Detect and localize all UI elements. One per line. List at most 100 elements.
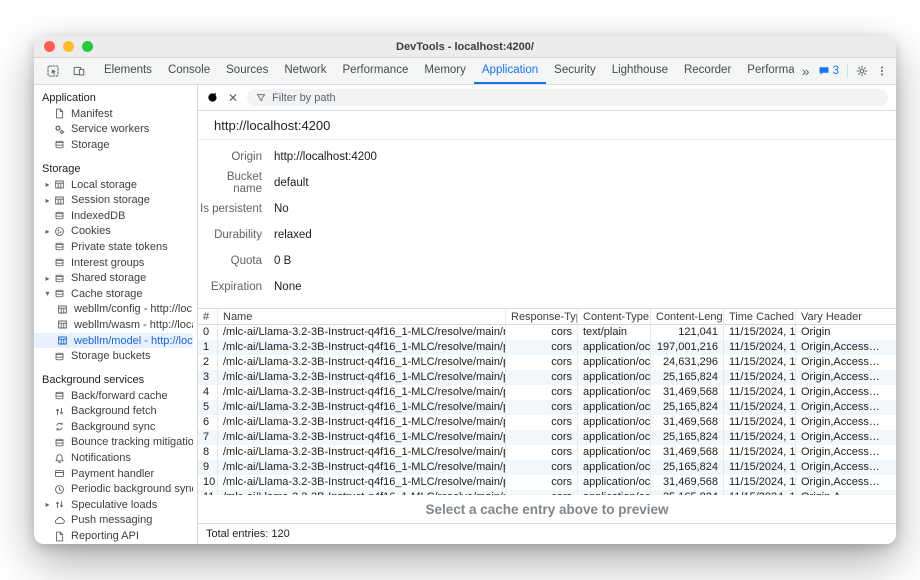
tab-performance[interactable]: Performance (335, 58, 417, 84)
column-header-time-cached[interactable]: Time Cached (724, 309, 796, 324)
sidebar-item-background-fetch[interactable]: Background fetch (34, 404, 193, 420)
cell-response-type: cors (506, 460, 578, 475)
sidebar-item-manifest[interactable]: Manifest (34, 106, 193, 122)
window-titlebar[interactable]: DevTools - localhost:4200/ (34, 36, 896, 58)
sidebar-item-cookies[interactable]: ▸Cookies (34, 224, 193, 240)
column-header-response-type[interactable]: Response-Type (506, 309, 578, 324)
device-toolbar-button[interactable] (68, 61, 90, 81)
chevron-right-icon[interactable]: ▸ (42, 274, 53, 283)
payment-card-icon (53, 468, 66, 479)
sidebar-item-webllm-config-http-loc[interactable]: webllm/config - http://loc… (34, 302, 193, 318)
table-row[interactable]: 5/mlc-ai/Llama-3.2-3B-Instruct-q4f16_1-M… (198, 400, 896, 415)
cell-time-cached: 11/15/2024, 10… (724, 400, 796, 415)
table-row[interactable]: 9/mlc-ai/Llama-3.2-3B-Instruct-q4f16_1-M… (198, 460, 896, 475)
cell-name: /mlc-ai/Llama-3.2-3B-Instruct-q4f16_1-ML… (218, 415, 506, 430)
bell-icon (53, 453, 66, 464)
column-header-content-type[interactable]: Content-Type (578, 309, 651, 324)
sidebar-item-speculative-loads[interactable]: ▸Speculative loads (34, 497, 193, 513)
sidebar-section-application: ApplicationManifestService workersStorag… (34, 90, 197, 153)
sidebar-item-notifications[interactable]: Notifications (34, 450, 193, 466)
sidebar-item-reporting-api[interactable]: Reporting API (34, 528, 193, 544)
sidebar-item-webllm-wasm-http-loca[interactable]: webllm/wasm - http://loca… (34, 317, 193, 333)
cloud-icon (53, 515, 66, 526)
kebab-menu-icon[interactable] (876, 65, 888, 77)
column-header-content-length[interactable]: Content-Length (651, 309, 724, 324)
table-row[interactable]: 1/mlc-ai/Llama-3.2-3B-Instruct-q4f16_1-M… (198, 340, 896, 355)
sidebar-item-label: Session storage (71, 194, 150, 206)
more-tabs-button[interactable]: » (802, 64, 810, 78)
inspect-button[interactable] (42, 61, 64, 81)
sidebar-item-back-forward-cache[interactable]: Back/forward cache (34, 388, 193, 404)
tab-application[interactable]: Application (474, 58, 546, 84)
table-row[interactable]: 3/mlc-ai/Llama-3.2-3B-Instruct-q4f16_1-M… (198, 370, 896, 385)
table-row[interactable]: 2/mlc-ai/Llama-3.2-3B-Instruct-q4f16_1-M… (198, 355, 896, 370)
meta-row-expiration: ExpirationNone (198, 274, 896, 300)
tab-security[interactable]: Security (546, 58, 604, 84)
cell-: 5 (198, 400, 218, 415)
close-icon[interactable]: ✕ (228, 92, 238, 104)
tab-label: Memory (424, 64, 466, 76)
chevron-down-icon[interactable]: ▾ (42, 289, 53, 298)
sidebar-item-private-state-tokens[interactable]: Private state tokens (34, 239, 193, 255)
chevron-right-icon[interactable]: ▸ (42, 180, 53, 189)
sidebar-item-push-messaging[interactable]: Push messaging (34, 513, 193, 529)
tab-memory[interactable]: Memory (416, 58, 474, 84)
table-row[interactable]: 4/mlc-ai/Llama-3.2-3B-Instruct-q4f16_1-M… (198, 385, 896, 400)
cell-: 6 (198, 415, 218, 430)
filter-input[interactable]: Filter by path (247, 89, 888, 106)
cell-: 4 (198, 385, 218, 400)
table-row[interactable]: 7/mlc-ai/Llama-3.2-3B-Instruct-q4f16_1-M… (198, 430, 896, 445)
chevron-right-icon[interactable]: ▸ (42, 500, 53, 509)
sidebar-item-session-storage[interactable]: ▸ Session storage (34, 192, 193, 208)
table-row[interactable]: 0/mlc-ai/Llama-3.2-3B-Instruct-q4f16_1-M… (198, 325, 896, 340)
issues-button[interactable]: 3 (818, 65, 839, 77)
sidebar-item-cache-storage[interactable]: ▾ Cache storage (34, 286, 193, 302)
column-header-name[interactable]: Name (218, 309, 506, 324)
tab-elements[interactable]: Elements (96, 58, 160, 84)
cell-name: /mlc-ai/Llama-3.2-3B-Instruct-q4f16_1-ML… (218, 460, 506, 475)
chevron-right-icon[interactable]: ▸ (42, 227, 53, 236)
column-header-[interactable]: # (198, 309, 218, 324)
cell-response-type: cors (506, 400, 578, 415)
meta-value: default (274, 177, 309, 189)
tab-console[interactable]: Console (160, 58, 218, 84)
sidebar-item-storage-buckets[interactable]: Storage buckets (34, 348, 193, 364)
sidebar-item-webllm-model-http-loc[interactable]: webllm/model - http://loc… (34, 333, 193, 349)
database-icon (53, 437, 66, 448)
tab-lighthouse[interactable]: Lighthouse (604, 58, 676, 84)
sidebar-item-shared-storage[interactable]: ▸Shared storage (34, 270, 193, 286)
sidebar-item-label: Reporting API (71, 530, 139, 542)
refresh-icon[interactable] (206, 91, 219, 104)
tab-network[interactable]: Network (276, 58, 334, 84)
sidebar-item-local-storage[interactable]: ▸Local storage (34, 177, 193, 193)
tab-performance-insights[interactable]: Performance insights (739, 58, 794, 84)
sidebar-item-label: Cache storage (71, 288, 143, 300)
tab-sources[interactable]: Sources (218, 58, 276, 84)
gear-icon[interactable] (856, 65, 868, 77)
panel-tab-strip: ElementsConsoleSourcesNetworkPerformance… (96, 58, 794, 84)
table-row[interactable]: 8/mlc-ai/Llama-3.2-3B-Instruct-q4f16_1-M… (198, 445, 896, 460)
cell-vary-header: Origin,Access… (796, 415, 896, 430)
sidebar-item-bounce-tracking-mitigations[interactable]: Bounce tracking mitigations (34, 435, 193, 451)
sidebar-item-payment-handler[interactable]: Payment handler (34, 466, 193, 482)
sidebar-item-interest-groups[interactable]: Interest groups (34, 255, 193, 271)
inspect-icon (47, 65, 59, 77)
cache-toolbar: ✕ Filter by path (198, 85, 896, 111)
table-row[interactable]: 10/mlc-ai/Llama-3.2-3B-Instruct-q4f16_1-… (198, 475, 896, 490)
sidebar-item-indexeddb[interactable]: IndexedDB (34, 208, 193, 224)
zoom-window-button[interactable] (82, 41, 93, 52)
sidebar-item-storage[interactable]: Storage (34, 137, 193, 153)
sidebar-item-background-sync[interactable]: Background sync (34, 419, 193, 435)
table-icon (53, 195, 66, 206)
meta-row-quota: Quota0 B (198, 248, 896, 274)
sidebar-item-service-workers[interactable]: Service workers (34, 122, 193, 138)
column-header-vary-header[interactable]: Vary Header (796, 309, 896, 324)
tab-recorder[interactable]: Recorder (676, 58, 739, 84)
minimize-window-button[interactable] (63, 41, 74, 52)
cell-content-length: 31,469,568 (651, 385, 724, 400)
sidebar-item-periodic-background-sync[interactable]: Periodic background sync (34, 481, 193, 497)
chevron-right-icon[interactable]: ▸ (42, 196, 53, 205)
table-row[interactable]: 6/mlc-ai/Llama-3.2-3B-Instruct-q4f16_1-M… (198, 415, 896, 430)
close-window-button[interactable] (44, 41, 55, 52)
cell-content-length: 31,469,568 (651, 445, 724, 460)
